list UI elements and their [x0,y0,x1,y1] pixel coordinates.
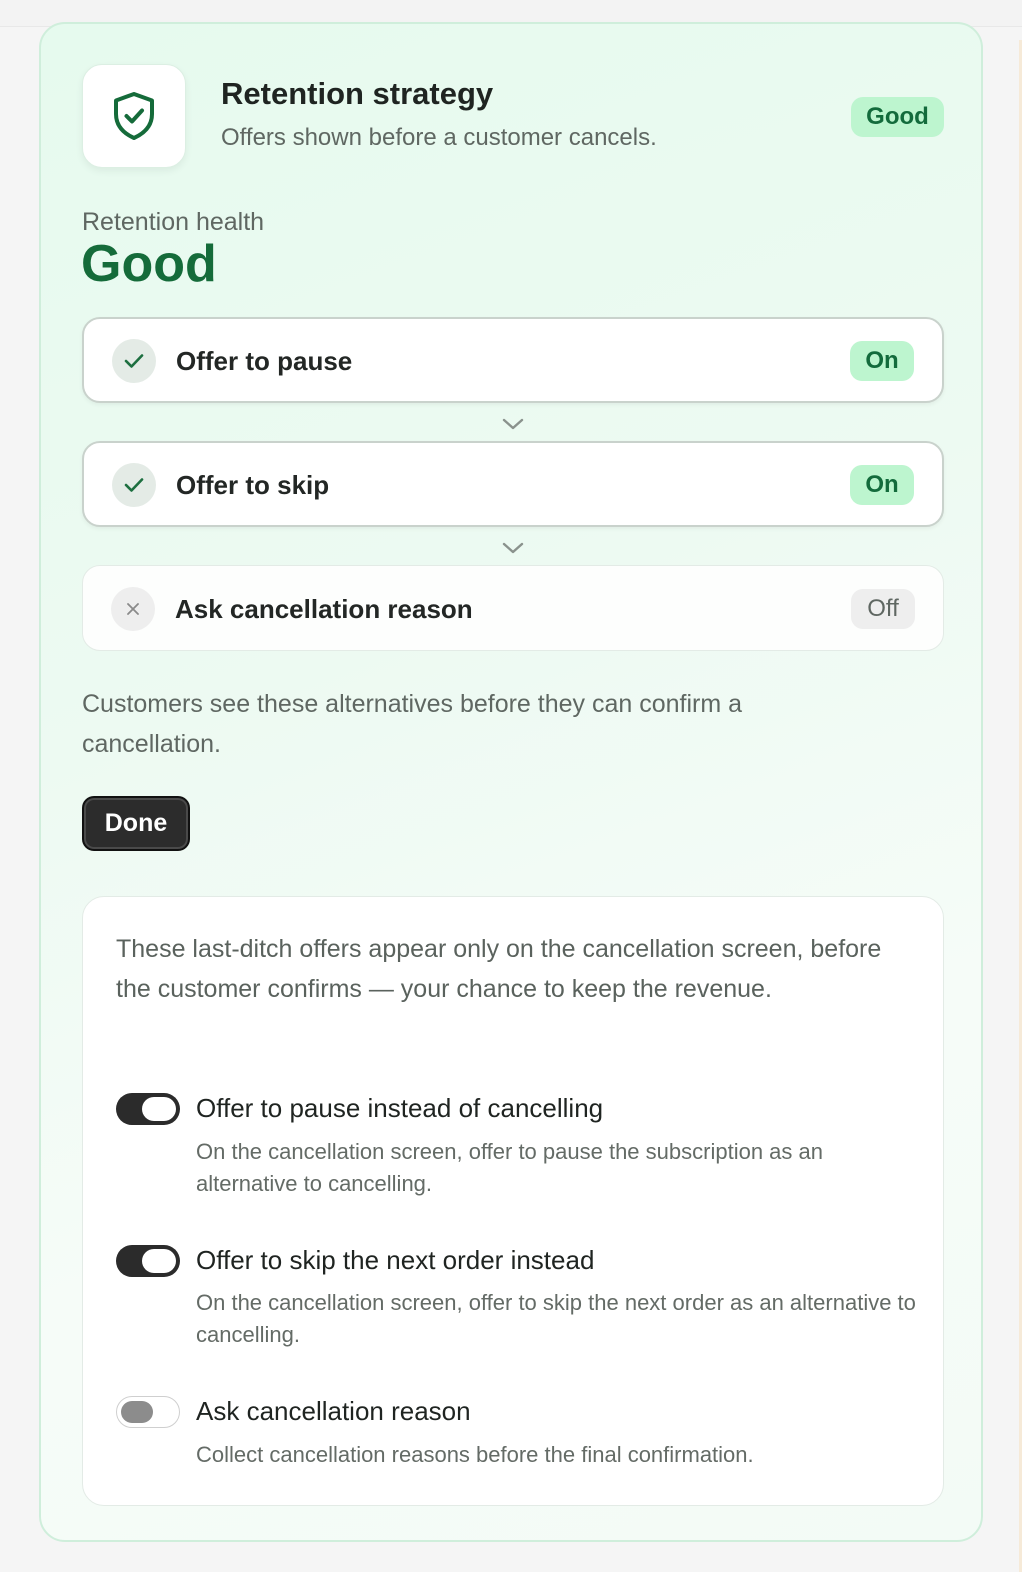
cancellation-reason-toggle[interactable] [116,1396,180,1428]
retention-settings-panel: These last-ditch offers appear only on t… [82,896,944,1506]
step-state-badge: On [850,341,914,381]
card-title: Retention strategy [221,76,494,111]
x-icon [127,603,139,615]
option-title: Offer to skip the next order instead [196,1245,595,1275]
option-title: Offer to pause instead of cancelling [196,1093,604,1123]
chevron-down-icon [502,418,524,430]
check-icon [124,478,144,492]
retention-strategy-card: Retention strategy Offers shown before a… [39,22,983,1542]
health-label: Retention health [82,208,265,236]
step-status-icon [111,587,155,631]
done-button[interactable]: Done [82,796,190,851]
flow-description: Customers see these alternatives before … [82,690,743,758]
step-state-badge: Off [851,589,915,629]
card-subtitle: Offers shown before a customer cancels. [221,124,657,151]
settings-intro: These last-ditch offers appear only on t… [116,935,882,1003]
option-title: Ask cancellation reason [196,1396,471,1426]
step-ask-cancellation-reason: Ask cancellation reason Off [82,565,944,651]
step-state-badge: On [850,465,914,505]
toggle-knob [142,1097,176,1121]
option-description: On the cancellation screen, offer to pau… [196,1139,823,1196]
step-status-icon [112,463,156,507]
toggle-knob [142,1249,176,1273]
health-value: Good [81,235,217,293]
status-badge: Good [851,97,944,137]
step-label: Ask cancellation reason [175,594,473,624]
option-description: On the cancellation screen, offer to ski… [196,1290,916,1347]
check-icon [124,354,144,368]
option-description: Collect cancellation reasons before the … [196,1442,754,1467]
shield-icon-box [82,64,186,168]
step-label: Offer to pause [176,346,353,376]
skip-offer-toggle[interactable] [116,1245,180,1277]
step-offer-to-skip: Offer to skip On [82,441,944,527]
shield-check-icon [114,92,154,140]
step-status-icon [112,339,156,383]
step-offer-to-pause: Offer to pause On [82,317,944,403]
toggle-knob [121,1401,153,1423]
step-label: Offer to skip [176,470,330,500]
pause-offer-toggle[interactable] [116,1093,180,1125]
chevron-down-icon [502,542,524,554]
